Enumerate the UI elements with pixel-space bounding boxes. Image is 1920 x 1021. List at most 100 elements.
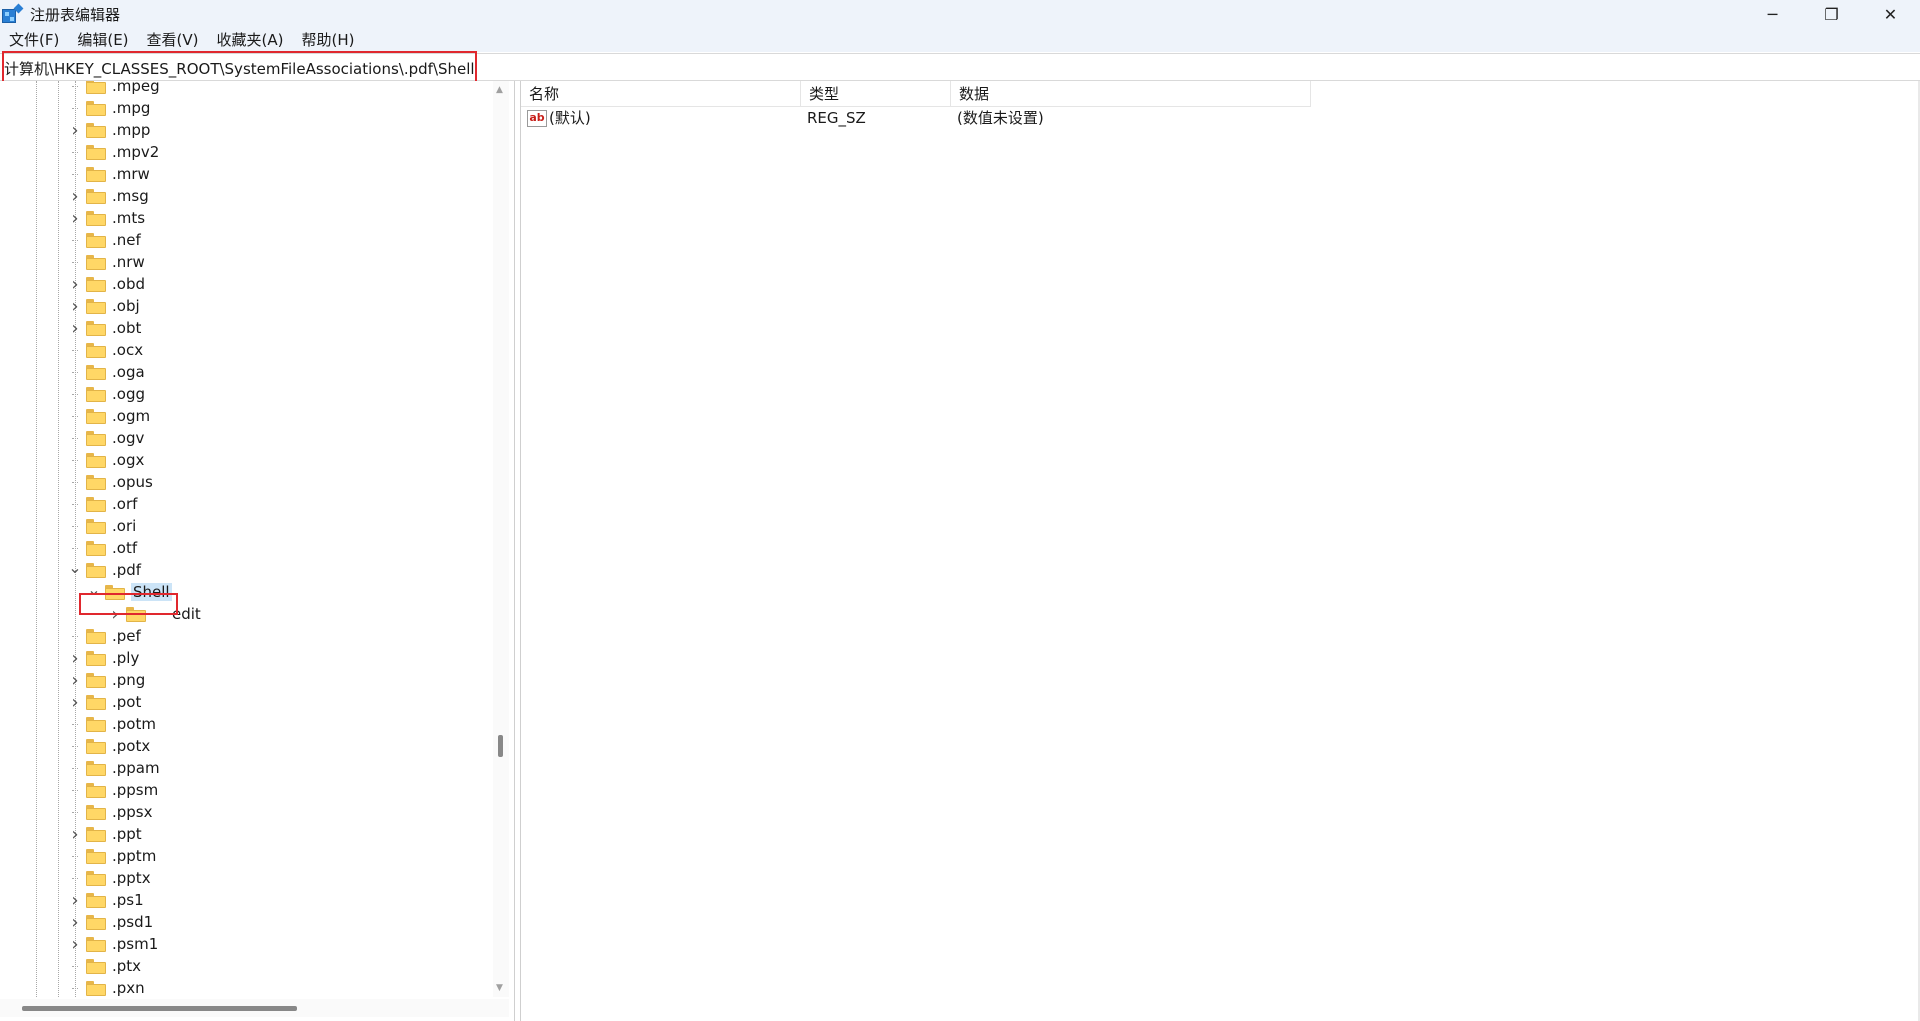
tree-guide-line	[58, 81, 59, 997]
tree-item[interactable]: › .obj	[68, 295, 140, 317]
tree-item[interactable]: › .ply	[68, 647, 139, 669]
tree-item[interactable]: › .ps1	[68, 889, 143, 911]
tree-item[interactable]: ⌄ .pdf	[68, 558, 141, 581]
tree-item[interactable]: › edit	[108, 603, 200, 625]
tree-connector	[68, 761, 82, 775]
tree-item[interactable]: .ori	[68, 515, 136, 537]
expand-chevron-icon[interactable]: ›	[68, 208, 82, 229]
tree-item[interactable]: .nrw	[68, 251, 145, 273]
menu-help[interactable]: 帮助(H)	[292, 29, 363, 52]
tree-item[interactable]: .ogv	[68, 427, 144, 449]
tree-item[interactable]: › .obd	[68, 273, 145, 295]
column-header-name[interactable]: 名称	[521, 81, 801, 107]
tree-item[interactable]: .pptx	[68, 867, 151, 889]
tree-item[interactable]: › .mts	[68, 207, 145, 229]
expand-chevron-icon[interactable]: ›	[68, 186, 82, 207]
values-pane[interactable]: 名称 类型 数据 ab (默认) REG_SZ (数值未设置)	[520, 81, 1920, 1021]
tree-item-label: .ogm	[112, 407, 151, 425]
tree-item[interactable]: .nef	[68, 229, 141, 251]
tree-item[interactable]: .pef	[68, 625, 141, 647]
expand-chevron-icon[interactable]: ›	[68, 648, 82, 669]
expand-chevron-icon[interactable]: ›	[68, 934, 82, 955]
tree-item[interactable]: .ogg	[68, 383, 145, 405]
expand-chevron-icon[interactable]: ›	[68, 274, 82, 295]
key-tree-pane[interactable]: .mpeg .mpg › .mpp .mpv2 .mrw › .msg › .mts .nef .nr…	[0, 81, 515, 1021]
expand-chevron-icon[interactable]: ›	[68, 318, 82, 339]
tree-item-label: .pot	[112, 693, 142, 711]
tree-item[interactable]: .orf	[68, 493, 137, 515]
scroll-up-arrow-icon[interactable]: ▲	[496, 85, 503, 95]
tree-item[interactable]: .pptm	[68, 845, 156, 867]
expand-chevron-icon[interactable]: ›	[68, 912, 82, 933]
tree-item[interactable]: .ogm	[68, 405, 150, 427]
tree-item[interactable]: .pxn	[68, 977, 145, 999]
column-header-type[interactable]: 类型	[801, 81, 951, 107]
tree-item[interactable]: .potm	[68, 713, 156, 735]
folder-icon	[86, 276, 106, 292]
expand-chevron-icon[interactable]: ›	[108, 604, 122, 625]
expand-chevron-icon[interactable]: ›	[68, 120, 82, 141]
tree-item[interactable]: ⌄ Shell	[87, 580, 172, 603]
vertical-scroll-thumb[interactable]	[498, 735, 503, 757]
tree-connector	[68, 365, 82, 379]
tree-horizontal-scrollbar[interactable]	[0, 999, 509, 1017]
tree-item[interactable]: › .mpp	[68, 119, 150, 141]
tree-item[interactable]: .opus	[68, 471, 153, 493]
address-bar[interactable]: 计算机\HKEY_CLASSES_ROOT\SystemFileAssociat…	[0, 53, 1920, 81]
tree-item[interactable]: .mpeg	[68, 81, 160, 97]
tree-item[interactable]: .ppsm	[68, 779, 158, 801]
tree-item-label: .obj	[112, 297, 140, 315]
folder-icon	[86, 650, 106, 666]
tree-connector	[68, 959, 82, 973]
tree-item[interactable]: .mpg	[68, 97, 150, 119]
tree-item-label: .nrw	[112, 253, 145, 271]
tree-item[interactable]: .ppam	[68, 757, 160, 779]
tree-item[interactable]: .mrw	[68, 163, 150, 185]
tree-item-label: .ori	[112, 517, 137, 535]
tree-item[interactable]: .ocx	[68, 339, 143, 361]
tree-item[interactable]: › .pot	[68, 691, 141, 713]
menu-favorites[interactable]: 收藏夹(A)	[208, 29, 293, 52]
horizontal-scroll-thumb[interactable]	[22, 1006, 297, 1011]
scroll-down-arrow-icon[interactable]: ▼	[496, 983, 503, 993]
expand-chevron-icon[interactable]: ›	[68, 296, 82, 317]
value-data: (数值未设置)	[957, 109, 1044, 127]
tree-vertical-scrollbar[interactable]: ▲ ▼	[493, 81, 509, 997]
tree-item[interactable]: › .png	[68, 669, 145, 691]
tree-item[interactable]: › .psd1	[68, 911, 153, 933]
address-path[interactable]: 计算机\HKEY_CLASSES_ROOT\SystemFileAssociat…	[4, 58, 475, 79]
collapse-chevron-icon[interactable]: ⌄	[87, 580, 101, 599]
tree-item[interactable]: .potx	[68, 735, 150, 757]
folder-icon	[86, 716, 106, 732]
tree-connector	[68, 453, 82, 467]
tree-item[interactable]: .otf	[68, 537, 137, 559]
value-row[interactable]: ab (默认) REG_SZ (数值未设置)	[521, 107, 1901, 129]
expand-chevron-icon[interactable]: ›	[68, 670, 82, 691]
tree-item[interactable]: › .obt	[68, 317, 141, 339]
tree-item[interactable]: .ogx	[68, 449, 144, 471]
column-header-data[interactable]: 数据	[951, 81, 1311, 107]
tree-item[interactable]: .oga	[68, 361, 145, 383]
folder-icon	[86, 914, 106, 930]
minimize-button[interactable]: ─	[1743, 0, 1802, 29]
expand-chevron-icon[interactable]: ›	[68, 824, 82, 845]
restore-button[interactable]: ❐	[1802, 0, 1861, 29]
tree-item[interactable]: .ppsx	[68, 801, 153, 823]
close-button[interactable]: ✕	[1861, 0, 1920, 29]
menu-edit[interactable]: 编辑(E)	[68, 29, 137, 52]
menu-file[interactable]: 文件(F)	[0, 29, 68, 52]
tree-item[interactable]: .mpv2	[68, 141, 159, 163]
tree-item[interactable]: .ptx	[68, 955, 141, 977]
menu-view[interactable]: 查看(V)	[138, 29, 208, 52]
tree-item[interactable]: › .msg	[68, 185, 148, 207]
tree-item[interactable]: › .ppt	[68, 823, 141, 845]
tree-item-label: .obd	[112, 275, 145, 293]
tree-connector	[68, 871, 82, 885]
expand-chevron-icon[interactable]: ›	[68, 890, 82, 911]
folder-icon	[86, 430, 106, 446]
tree-item-label: .pxn	[112, 979, 145, 997]
expand-chevron-icon[interactable]: ›	[68, 692, 82, 713]
collapse-chevron-icon[interactable]: ⌄	[68, 558, 82, 577]
folder-icon	[86, 518, 106, 534]
tree-item[interactable]: › .psm1	[68, 933, 158, 955]
